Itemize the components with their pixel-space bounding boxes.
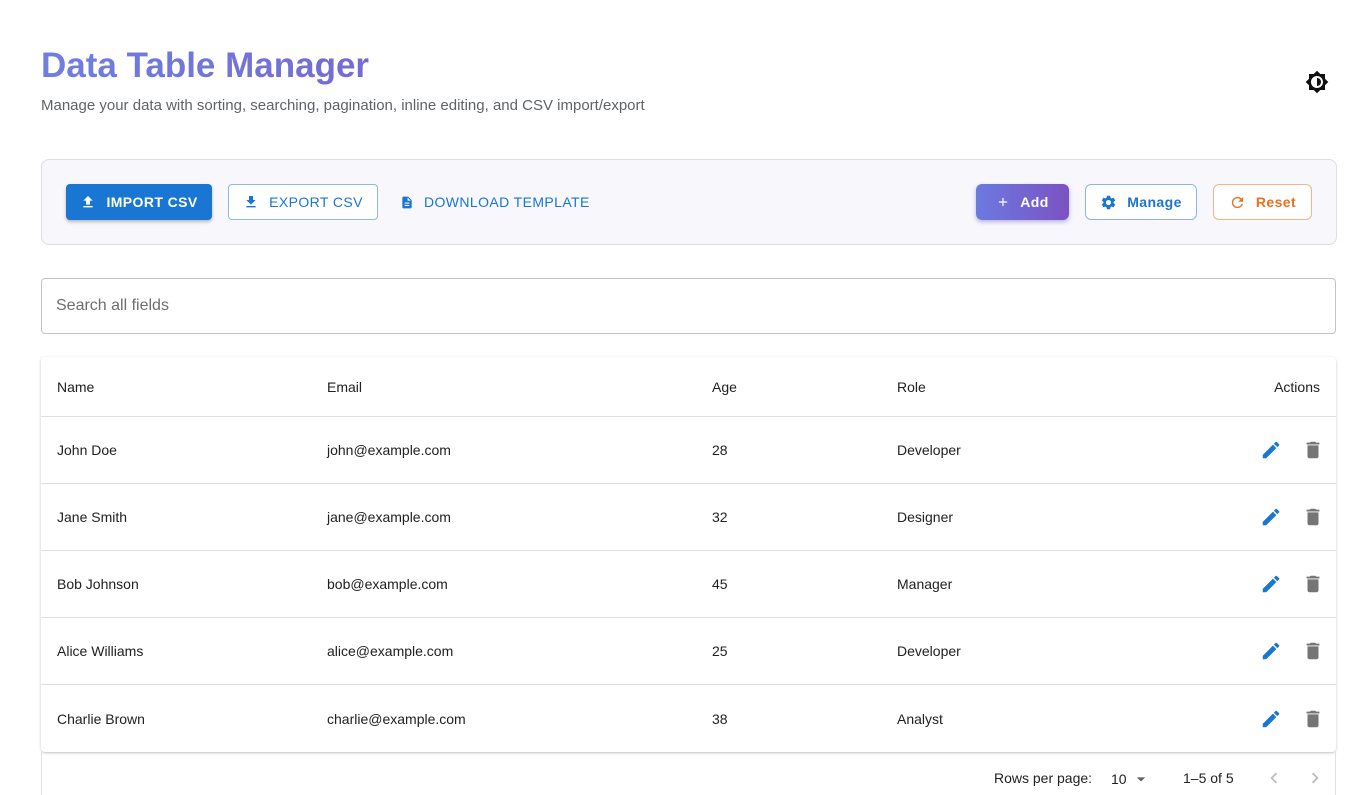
delete-button[interactable] [1298,569,1328,599]
trash-icon [1306,642,1320,660]
manage-button[interactable]: Manage [1085,184,1197,220]
trash-icon [1306,575,1320,593]
trash-icon [1306,441,1320,459]
data-table: Name Email Age Role Actions John Doe joh… [41,357,1336,752]
data-table-manager-page: Data Table Manager Manage your data with… [0,0,1372,795]
column-header-role[interactable]: Role [897,357,926,416]
chevron-left-icon [1270,772,1278,784]
cell-actions [1256,685,1320,752]
gear-icon [1102,195,1116,209]
edit-button[interactable] [1256,636,1286,666]
cell-actions [1256,484,1320,550]
delete-button[interactable] [1298,435,1328,465]
next-page-button[interactable] [1303,766,1327,790]
cell-age: 45 [712,576,728,592]
column-header-age[interactable]: Age [712,357,737,416]
cell-email: charlie@example.com [327,710,466,727]
pencil-icon [1262,508,1280,526]
pagination-range: 1–5 of 5 [1183,770,1234,786]
edit-button[interactable] [1256,435,1286,465]
table-header-row: Name Email Age Role Actions [41,357,1336,417]
search-field[interactable] [41,278,1336,334]
table-row: Bob Johnson bob@example.com 45 Manager [41,551,1336,618]
column-header-actions: Actions [1274,379,1320,395]
cell-email: john@example.com [327,442,451,458]
refresh-icon [1231,196,1244,208]
pencil-icon [1262,575,1280,593]
pencil-icon [1262,642,1280,660]
cell-role: Designer [897,509,954,525]
table-row: Jane Smith jane@example.com 32 Designer [41,484,1336,551]
rows-per-page-select[interactable]: 10 [1111,769,1151,789]
pencil-icon [1262,710,1280,727]
toolbar: IMPORT CSV EXPORT CSV DOWNLOAD TEMPLATE … [41,159,1337,245]
delete-button[interactable] [1298,502,1328,532]
delete-button[interactable] [1298,636,1328,666]
download-template-label: DOWNLOAD TEMPLATE [424,194,590,210]
reset-label: Reset [1255,194,1297,210]
cell-actions [1256,417,1320,483]
reset-button[interactable]: Reset [1213,184,1312,220]
pencil-icon [1262,441,1280,459]
cell-email: bob@example.com [327,576,448,592]
column-header-name[interactable]: Name [57,357,94,416]
column-header-email[interactable]: Email [327,357,362,416]
pagination: Rows per page: 10 1–5 of 5 [41,752,1336,795]
cell-email: alice@example.com [327,643,454,659]
rows-per-page-value: 10 [1111,771,1127,787]
delete-button[interactable] [1298,704,1328,734]
download-icon [246,196,256,208]
trash-icon [1306,508,1320,526]
cell-role: Analyst [897,710,943,727]
previous-page-button[interactable] [1262,766,1286,790]
edit-button[interactable] [1256,569,1286,599]
page-title: Data Table Manager [41,44,645,88]
chevron-right-icon [1311,772,1319,784]
search-input[interactable] [42,279,1335,333]
edit-button[interactable] [1256,704,1286,734]
dropdown-arrow-icon [1136,777,1145,782]
theme-toggle-button[interactable] [1303,68,1331,96]
import-csv-label: IMPORT CSV [106,194,198,210]
edit-button[interactable] [1256,502,1286,532]
cell-age: 32 [712,509,728,525]
export-csv-button[interactable]: EXPORT CSV [228,184,378,220]
table-row: Charlie Brown charlie@example.com 38 Ana… [41,685,1336,752]
download-template-button[interactable]: DOWNLOAD TEMPLATE [394,184,589,220]
manage-label: Manage [1127,194,1182,210]
cell-email: jane@example.com [327,509,451,525]
cell-name: Bob Johnson [57,576,139,592]
page-subtitle: Manage your data with sorting, searching… [41,97,645,114]
add-button[interactable]: Add [976,184,1069,220]
cell-actions [1256,551,1320,617]
cell-role: Manager [897,576,953,592]
rows-per-page-label: Rows per page: [994,770,1093,786]
brightness-icon [1305,70,1329,94]
trash-icon [1306,710,1320,727]
cell-name: Alice Williams [57,643,144,659]
cell-name: John Doe [57,442,117,458]
cell-role: Developer [897,442,961,458]
export-csv-label: EXPORT CSV [269,194,363,210]
import-csv-button[interactable]: IMPORT CSV [66,184,212,220]
cell-role: Developer [897,643,961,659]
file-icon [402,196,412,208]
page-header: Data Table Manager Manage your data with… [41,44,645,115]
cell-age: 38 [712,710,728,727]
table-row: Alice Williams alice@example.com 25 Deve… [41,618,1336,685]
cell-name: Charlie Brown [57,710,145,727]
add-label: Add [1020,194,1049,210]
cell-name: Jane Smith [57,509,128,525]
cell-age: 28 [712,442,728,458]
cell-actions [1256,618,1320,684]
table-row: John Doe john@example.com 28 Developer [41,417,1336,484]
cell-age: 25 [712,643,728,659]
upload-icon [83,196,94,208]
plus-icon [999,197,1008,207]
